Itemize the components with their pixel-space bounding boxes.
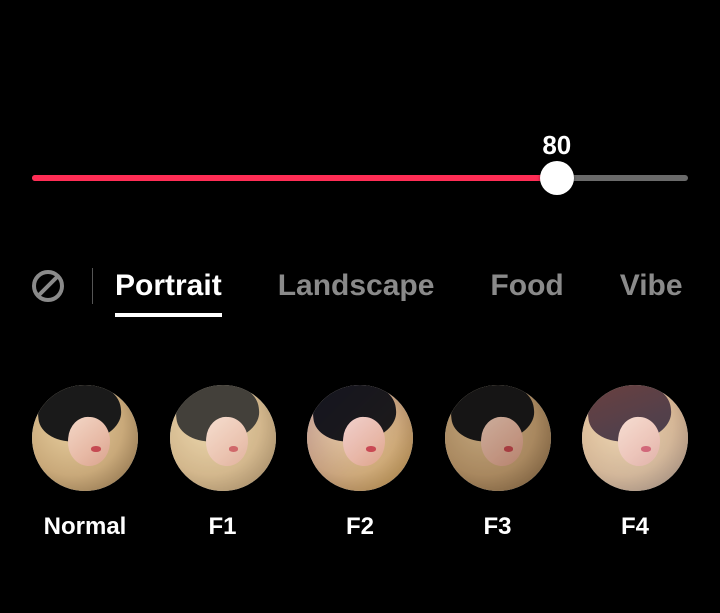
category-tab-landscape[interactable]: Landscape bbox=[278, 269, 435, 303]
filter-category-row: Portrait Landscape Food Vibe bbox=[0, 262, 720, 310]
filter-option-f3[interactable]: F3 bbox=[445, 385, 551, 541]
vertical-separator bbox=[92, 268, 93, 304]
filter-label: F4 bbox=[621, 513, 649, 541]
filter-option-normal[interactable]: Normal bbox=[32, 385, 138, 541]
no-filter-button[interactable] bbox=[30, 268, 66, 304]
filter-thumbnail bbox=[32, 385, 138, 491]
filter-option-f2[interactable]: F2 bbox=[307, 385, 413, 541]
filter-thumbnail bbox=[445, 385, 551, 491]
filter-thumbnail bbox=[170, 385, 276, 491]
filter-label: F1 bbox=[208, 513, 236, 541]
category-tab-portrait[interactable]: Portrait bbox=[115, 269, 222, 303]
filter-thumbnail bbox=[307, 385, 413, 491]
category-tab-vibe[interactable]: Vibe bbox=[620, 269, 683, 303]
filter-thumbnail bbox=[582, 385, 688, 491]
ban-icon bbox=[30, 268, 66, 304]
filter-option-f4[interactable]: F4 bbox=[582, 385, 688, 541]
filter-label: F3 bbox=[483, 513, 511, 541]
filter-label: F2 bbox=[346, 513, 374, 541]
filter-option-f1[interactable]: F1 bbox=[170, 385, 276, 541]
filter-label: Normal bbox=[44, 513, 127, 541]
slider-thumb[interactable] bbox=[540, 161, 574, 195]
filter-thumbnail-row: Normal F1 F2 F3 F4 bbox=[0, 385, 720, 541]
category-tab-food[interactable]: Food bbox=[490, 269, 563, 303]
slider-value-label: 80 bbox=[542, 130, 571, 161]
filter-intensity-slider[interactable]: 80 bbox=[32, 172, 688, 184]
slider-track-fill bbox=[32, 175, 557, 181]
